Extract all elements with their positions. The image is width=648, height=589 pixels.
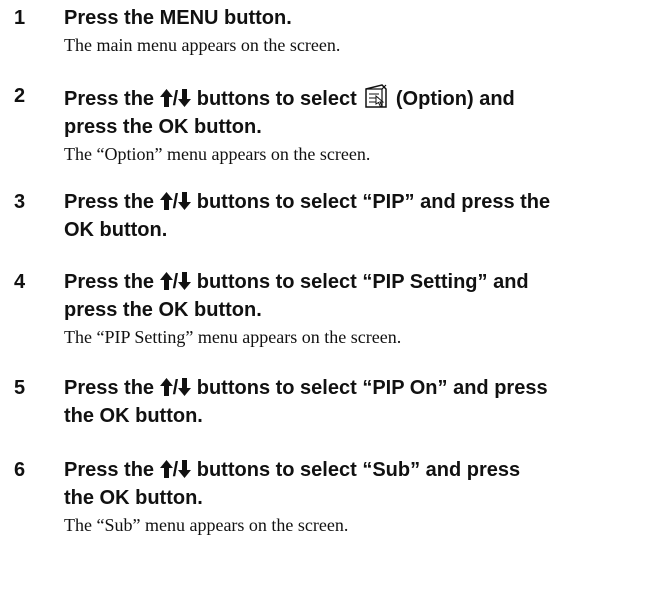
up-arrow-icon xyxy=(159,89,173,107)
step-heading-line2: OK button. xyxy=(64,219,168,241)
step-heading: Press the MENU button. xyxy=(64,4,644,32)
step-heading-suffix: buttons to select “PIP On” and press xyxy=(196,377,548,399)
step-heading-suffix: buttons to select “PIP” and press the xyxy=(196,191,551,213)
step-heading-line2: press the OK button. xyxy=(64,116,262,138)
step-body: Press the / buttons to select “PIP” and … xyxy=(64,188,644,244)
step-description: The “Option” menu appears on the screen. xyxy=(64,144,371,164)
step-heading-suffix: (Option) and xyxy=(395,88,515,110)
step-number: 5 xyxy=(14,377,26,399)
step-heading-line2: the OK button. xyxy=(64,405,203,427)
step-heading: Press the / buttons to select “PIP Setti… xyxy=(64,268,644,296)
step-number: 3 xyxy=(14,191,26,213)
step-heading-prefix: Press the xyxy=(64,377,155,399)
down-arrow-icon xyxy=(178,192,192,210)
step-body: Press the / buttons to select “Sub” and … xyxy=(64,456,644,538)
step-heading-line2: the OK button. xyxy=(64,487,203,509)
step-heading-text: Press the MENU button. xyxy=(64,7,292,29)
step-heading-prefix: Press the xyxy=(64,191,155,213)
down-arrow-icon xyxy=(178,272,192,290)
step-description: The “PIP Setting” menu appears on the sc… xyxy=(64,327,402,347)
step-heading-prefix: Press the xyxy=(64,88,155,110)
up-arrow-icon xyxy=(159,460,173,478)
instruction-page: 1 Press the MENU button. The main menu a… xyxy=(0,0,648,589)
step-heading-mid: buttons to select xyxy=(196,88,357,110)
step-number: 6 xyxy=(14,459,26,481)
step-heading-suffix: buttons to select “PIP Setting” and xyxy=(196,271,529,293)
down-arrow-icon xyxy=(178,89,192,107)
up-arrow-icon xyxy=(159,192,173,210)
step-heading-prefix: Press the xyxy=(64,459,155,481)
down-arrow-icon xyxy=(178,378,192,396)
step-heading-prefix: Press the xyxy=(64,271,155,293)
step-heading-line2: press the OK button. xyxy=(64,299,262,321)
step-number: 1 xyxy=(14,7,26,29)
step-heading: Press the / buttons to select “PIP On” a… xyxy=(64,374,644,402)
step-body: Press the / buttons to select “PIP Setti… xyxy=(64,268,644,350)
down-arrow-icon xyxy=(178,460,192,478)
step-body: Press the / buttons to select “PIP On” a… xyxy=(64,374,644,430)
step-heading: Press the / buttons to select “Sub” and … xyxy=(64,456,644,484)
step-number: 4 xyxy=(14,271,26,293)
step-heading: Press the / buttons to select “PIP” and … xyxy=(64,188,644,216)
up-arrow-icon xyxy=(159,378,173,396)
step-body: Press the / buttons to select (Option) a… xyxy=(64,82,644,167)
step-description: The “Sub” menu appears on the screen. xyxy=(64,515,349,535)
step-heading-suffix: buttons to select “Sub” and press xyxy=(196,459,521,481)
up-arrow-icon xyxy=(159,272,173,290)
step-description: The main menu appears on the screen. xyxy=(64,35,341,55)
step-body: Press the MENU button. The main menu app… xyxy=(64,4,644,58)
step-heading: Press the / buttons to select (Option) a… xyxy=(64,82,644,113)
option-icon xyxy=(365,84,388,108)
step-number: 2 xyxy=(14,85,26,107)
